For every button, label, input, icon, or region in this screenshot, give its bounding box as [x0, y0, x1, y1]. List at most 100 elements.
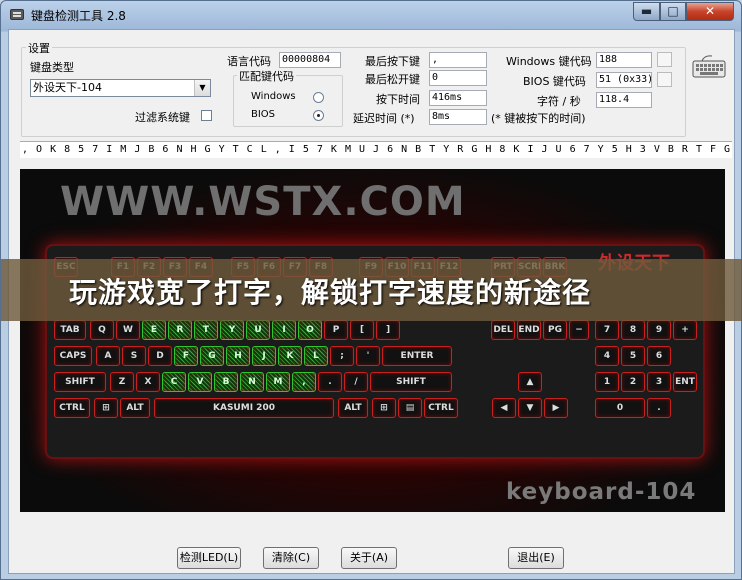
key-ctrl-r: CTRL	[424, 398, 458, 418]
key-l: L	[304, 346, 328, 366]
close-button[interactable]: ✕	[686, 2, 734, 21]
key-n1: 1	[595, 372, 619, 392]
window-title: 键盘检测工具 2.8	[31, 9, 126, 23]
key-nent: ENT	[673, 372, 697, 392]
lang-code-label: 语言代码	[227, 55, 271, 68]
key-slash: /	[344, 372, 368, 392]
last-up-field: 0	[429, 70, 487, 86]
lang-code-field[interactable]: 00000804	[279, 52, 341, 68]
delay-time-field: 8ms	[429, 109, 487, 125]
key-i: I	[272, 320, 296, 340]
key-n6: 6	[647, 346, 671, 366]
about-button[interactable]: 关于(A)	[341, 547, 397, 569]
windows-option-label: Windows	[251, 91, 296, 102]
chevron-down-icon[interactable]: ▼	[194, 80, 210, 96]
key-right: ▶	[544, 398, 568, 418]
clear-button[interactable]: 清除(C)	[263, 547, 319, 569]
key-ctrl-l: CTRL	[54, 398, 90, 418]
key-pgdn: PG DN	[543, 320, 567, 340]
detect-led-button[interactable]: 检测LED(L)	[177, 547, 241, 569]
key-v: V	[188, 372, 212, 392]
key-g: G	[200, 346, 224, 366]
key-ndot: .	[647, 398, 671, 418]
caption-text: 玩游戏宽了打字，解锁打字速度的新途径	[69, 276, 592, 309]
key-s: S	[122, 346, 146, 366]
key-lb: [	[350, 320, 374, 340]
keyboard-type-select[interactable]: 外设天下-104 ▼	[30, 79, 211, 97]
settings-group-label: 设置	[26, 40, 52, 56]
windows-code-field: 188	[596, 52, 652, 68]
windows-code-label: Windows 键代码	[506, 55, 592, 68]
key-enter: ENTER	[382, 346, 452, 366]
model-watermark: keyboard-104	[506, 479, 697, 505]
key-shift-r: SHIFT	[370, 372, 452, 392]
key-nminus: −	[569, 320, 589, 340]
keyboard-icon	[692, 55, 726, 78]
key-p: P	[324, 320, 348, 340]
key-u: U	[246, 320, 270, 340]
key-j: J	[252, 346, 276, 366]
key-r: R	[168, 320, 192, 340]
key-a: A	[96, 346, 120, 366]
last-up-label: 最后松开键	[365, 73, 420, 86]
key-left: ◀	[492, 398, 516, 418]
key-semi: ;	[330, 346, 354, 366]
key-k: K	[278, 346, 302, 366]
key-f: F	[174, 346, 198, 366]
key-m: M	[266, 372, 290, 392]
filter-system-keys-label: 过滤系统键	[135, 111, 190, 124]
key-alt-r: ALT	[338, 398, 368, 418]
key-w: W	[116, 320, 140, 340]
site-watermark: WWW.WSTX.COM	[60, 179, 466, 225]
bios-radio[interactable]	[313, 110, 324, 121]
chars-per-second-field: 118.4	[596, 92, 652, 108]
key-n: N	[240, 372, 264, 392]
key-history-field: , O K 8 5 7 I M J B 6 N H G Y T C L , I …	[20, 141, 732, 158]
key-rb: ]	[376, 320, 400, 340]
delay-note: (* 键被按下的时间)	[491, 112, 586, 125]
key-up: ▲	[518, 372, 542, 392]
bios-option-label: BIOS	[251, 109, 276, 120]
key-c: C	[162, 372, 186, 392]
keyboard-type-label: 键盘类型	[30, 61, 74, 74]
key-space: KASUMI 200	[154, 398, 334, 418]
keyboard-app-icon	[10, 9, 24, 20]
bios-code-field: 51 (0x33)	[596, 72, 652, 88]
last-down-field: ,	[429, 52, 487, 68]
filter-system-keys-checkbox[interactable]	[201, 110, 212, 121]
key-n5: 5	[621, 346, 645, 366]
key-n2: 2	[621, 372, 645, 392]
key-nplus: +	[673, 320, 697, 340]
key-n7: 7	[595, 320, 619, 340]
bios-code-indicator	[657, 72, 672, 87]
key-t: T	[194, 320, 218, 340]
key-x: X	[136, 372, 160, 392]
key-d: D	[148, 346, 172, 366]
key-down: ▼	[518, 398, 542, 418]
key-win-r: ⊞	[372, 398, 396, 418]
key-del: DEL	[491, 320, 515, 340]
key-tab: TAB	[54, 320, 86, 340]
title-bar[interactable]: 键盘检测工具 2.8 ▬ □ ✕	[1, 1, 741, 29]
key-n3: 3	[647, 372, 671, 392]
exit-button[interactable]: 退出(E)	[508, 547, 564, 569]
key-comma: ,	[292, 372, 316, 392]
key-q: Q	[90, 320, 114, 340]
maximize-button[interactable]: □	[660, 2, 686, 21]
minimize-button[interactable]: ▬	[633, 2, 660, 21]
key-menu: ▤	[398, 398, 422, 418]
key-end: END	[517, 320, 541, 340]
windows-radio[interactable]	[313, 92, 324, 103]
press-time-field: 416ms	[429, 90, 487, 106]
key-alt-l: ALT	[120, 398, 150, 418]
app-window: 键盘检测工具 2.8 ▬ □ ✕ 设置 键盘类型 外设天下-104 ▼ 过滤系统…	[0, 0, 742, 580]
key-caps: CAPS LOCK	[54, 346, 92, 366]
key-n8: 8	[621, 320, 645, 340]
key-n0: 0	[595, 398, 645, 418]
key-n4: 4	[595, 346, 619, 366]
key-shift-l: SHIFT	[54, 372, 106, 392]
keyboard-view: WWW.WSTX.COM 外设天下 ESCF1F2F3F4F5F6F7F8F9F…	[20, 169, 725, 512]
chars-per-second-label: 字符 / 秒	[537, 95, 581, 108]
keyboard-type-value: 外设天下-104	[33, 81, 102, 94]
delay-time-label: 延迟时间 (*)	[353, 112, 415, 125]
